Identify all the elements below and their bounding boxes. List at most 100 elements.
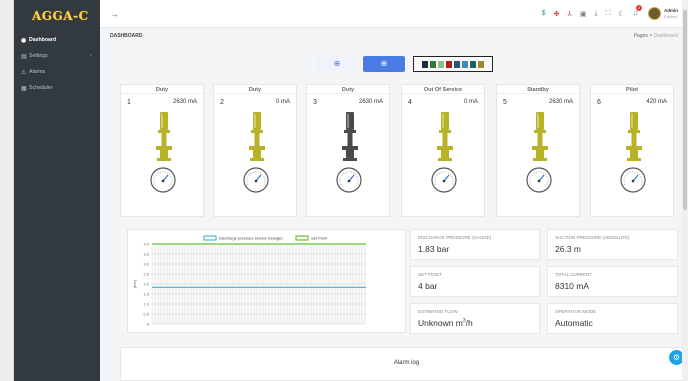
metric-value: 26.3 m (555, 244, 581, 254)
palette-swatch[interactable] (422, 60, 428, 68)
breadcrumb: DASHBOARD Pages > Dashboard (100, 28, 688, 44)
chart-svg: 4.0 3.5 3.0 2.5 2.0 1.5 1.0 0.5 0 (bar) Discharge … (132, 235, 366, 327)
palette-swatch[interactable] (462, 60, 468, 68)
metric-set-point: SET POINT 4 bar (410, 266, 540, 297)
toggle-sidebar-icon[interactable]: → (110, 9, 119, 19)
sidebar-item-dashboard[interactable]: ◉ Dashboard (14, 32, 100, 48)
pump-card[interactable]: Duty 1 2630 mA (120, 84, 204, 217)
scrollbar-thumb[interactable] (683, 10, 687, 210)
alarm-icon: ⚠ (21, 69, 27, 76)
fan-icon[interactable]: ✤ (554, 10, 560, 18)
y-tick-label: 1.5 (143, 292, 149, 297)
pump-icon (156, 112, 172, 161)
sidebar-item-label: Settings (29, 53, 48, 59)
gauge-icon (620, 167, 646, 193)
gauge-icon (526, 167, 552, 193)
scrollbar[interactable] (682, 0, 688, 381)
color-palette[interactable] (413, 56, 493, 72)
metric-estimated-flow: ESTIMATED FLOW Unknown m3/h (410, 303, 540, 334)
sidebar-item-label: Alarms (29, 69, 46, 75)
gauge-icon (150, 167, 176, 193)
metric-total-current: TOTAL CURRENT 8310 mA (547, 266, 678, 297)
logo[interactable]: AGGA-C (14, 0, 100, 32)
pump-cards: Duty 1 2630 mA Duty 2 0 mA Duty 3 2630 mA Out Of … (120, 84, 678, 217)
metric-value: 8310 mA (555, 281, 590, 291)
pump-status: Duty (214, 85, 296, 94)
palette-swatch[interactable] (438, 60, 444, 68)
y-tick-label: 2.5 (143, 272, 149, 277)
metric-value: Unknown m3/h (418, 318, 473, 328)
download-icon[interactable]: ⤓ (594, 10, 597, 18)
palette-swatch[interactable] (446, 60, 452, 68)
settings-icon: ▤ (21, 53, 27, 60)
topbar-icons: $ ✤ ⅄ ▣ ⤓ ⛶ ☾ ♫ 1 (542, 5, 642, 18)
sidebar-nav: ◉ Dashboard ▤ Settings ‹ ⚠ Alarms ▦ Sche… (14, 32, 100, 96)
palette-swatch[interactable] (478, 60, 484, 68)
save-icon[interactable]: ▣ (580, 10, 587, 18)
palette-swatch[interactable] (454, 60, 460, 68)
sidebar-item-label: Scheduler (29, 85, 53, 91)
metric-label: TOTAL CURRENT (555, 272, 593, 277)
pump-number: 1 (127, 99, 131, 106)
metric-discharge-pressure: DISCHARGE PRESSURE (GAUGE) 1.83 bar (410, 229, 540, 260)
main-content: → $ ✤ ⅄ ▣ ⤓ ⛶ ☾ ♫ 1 Admin Factory DASHBOA… (100, 0, 688, 381)
app-window: AGGA-C ◉ Dashboard ▤ Settings ‹ ⚠ Alarms… (13, 0, 688, 381)
pump-status: Duty (121, 85, 203, 94)
gauge-icon (431, 167, 457, 193)
breadcrumb-link-pages[interactable]: Pages (634, 33, 648, 39)
sidebar-item-alarms[interactable]: ⚠ Alarms (14, 64, 100, 80)
view-button-active[interactable]: ⊕ (363, 56, 405, 72)
pump-card[interactable]: Duty 2 0 mA (213, 84, 297, 217)
pump-number: 5 (503, 99, 507, 106)
sidebar: AGGA-C ◉ Dashboard ▤ Settings ‹ ⚠ Alarms… (14, 0, 100, 381)
chevron-left-icon: ‹ (90, 53, 92, 59)
pump-card[interactable]: Duty 3 2630 mA (306, 84, 390, 217)
currency-icon[interactable]: $ (542, 10, 546, 17)
pump-current: 2630 mA (548, 99, 573, 105)
metric-label: SET POINT (418, 272, 442, 277)
pump-icon (342, 112, 358, 161)
alarm-log-title: Alarm log (393, 360, 420, 366)
palette-swatch[interactable] (470, 60, 476, 68)
metric-label: DISCHARGE PRESSURE (GAUGE) (418, 235, 492, 240)
metric-value: 4 bar (418, 281, 438, 291)
y-tick-label: 3.5 (143, 252, 149, 257)
y-tick-label: 4.0 (143, 242, 149, 247)
notification-badge: 1 (636, 5, 642, 11)
y-tick-label: 0.5 (143, 312, 149, 317)
pump-current: 2630 mA (172, 99, 197, 105)
pump-number: 3 (313, 99, 317, 106)
view-controls: ⊕ ⊕ (100, 56, 688, 72)
pump-card[interactable]: Out Of Service 4 0 mA (401, 84, 485, 217)
pump-icon (437, 112, 453, 161)
legend-swatch (295, 235, 309, 241)
bell-icon[interactable]: ♫ 1 (633, 5, 642, 17)
dark-mode-icon[interactable]: ☾ (618, 10, 624, 18)
view-button-light[interactable]: ⊕ (316, 56, 358, 72)
gauge-icon (336, 167, 362, 193)
legend-label: Set Point (311, 236, 328, 241)
metric-label: ESTIMATED FLOW (418, 309, 458, 314)
pump-current: 0 mA (463, 99, 478, 105)
pump-icon (626, 112, 642, 161)
pump-card[interactable]: Standby 5 2630 mA (496, 84, 580, 217)
topbar: → $ ✤ ⅄ ▣ ⤓ ⛶ ☾ ♫ 1 Admin Factory (100, 0, 688, 28)
pump-current: 0 mA (275, 99, 290, 105)
sidebar-item-settings[interactable]: ▤ Settings ‹ (14, 48, 100, 64)
sidebar-item-scheduler[interactable]: ▦ Scheduler (14, 80, 100, 96)
metric-label: SUCTION PRESSURE (ABSOLUTE) (555, 235, 630, 240)
metric-suction-pressure: SUCTION PRESSURE (ABSOLUTE) 26.3 m (547, 229, 678, 260)
breadcrumb-separator: > (649, 33, 653, 39)
pump-icon (532, 112, 548, 161)
metric-operation-mode: OPERATION MODE Automatic (547, 303, 678, 334)
pressure-chart: 4.0 3.5 3.0 2.5 2.0 1.5 1.0 0.5 0 (bar) Discharge … (127, 229, 406, 333)
pump-card[interactable]: Pilot 6 420 mA (590, 84, 674, 217)
page-title: DASHBOARD (110, 33, 143, 39)
palette-swatch[interactable] (430, 60, 436, 68)
y-tick-label: 1.0 (143, 302, 149, 307)
gauge-icon (243, 167, 269, 193)
pump-current: 2630 mA (358, 99, 383, 105)
network-icon[interactable]: ⅄ (568, 10, 572, 18)
fullscreen-icon[interactable]: ⛶ (606, 10, 611, 18)
user-menu[interactable]: Admin Factory (648, 7, 678, 20)
